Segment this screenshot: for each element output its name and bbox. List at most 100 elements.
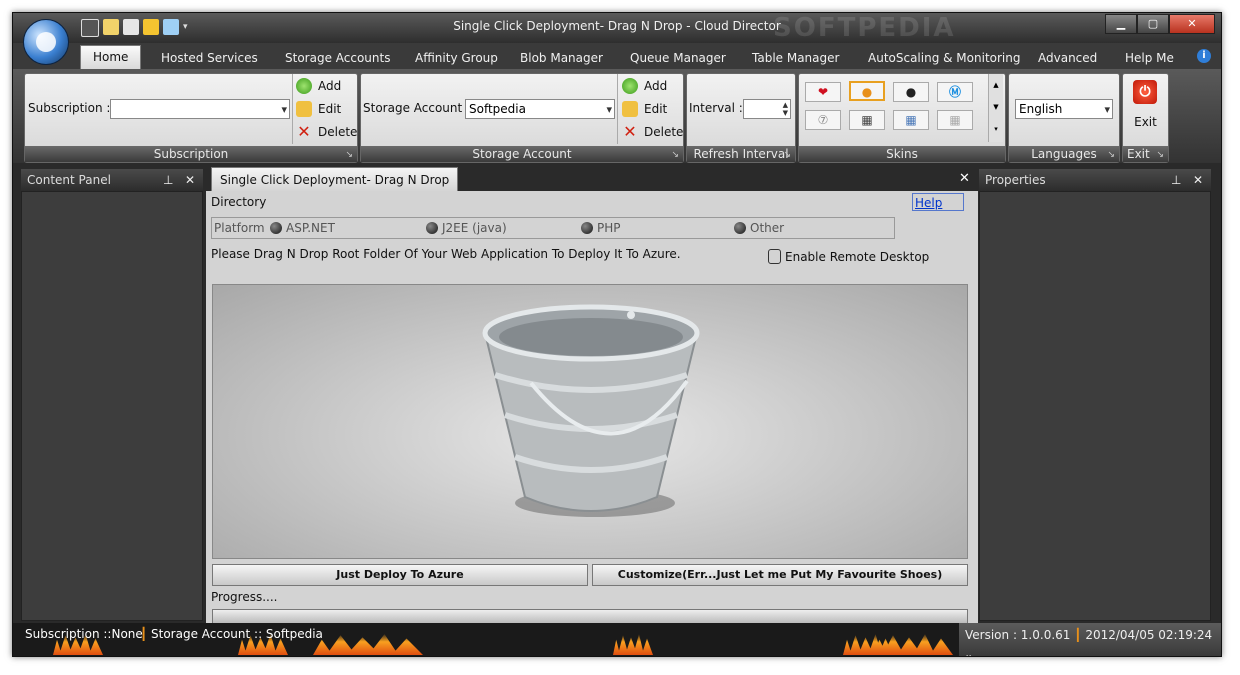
- languages-group: English ▾ Languages ↘: [1008, 73, 1120, 163]
- delete-icon: ✕: [623, 122, 637, 141]
- language-combo[interactable]: English ▾: [1015, 99, 1113, 119]
- combo-dropdown-icon[interactable]: ▾: [1104, 101, 1110, 119]
- storage-account-group: Storage Account : Softpedia ▾ Add Edit ✕…: [360, 73, 684, 163]
- group-label: Skins: [799, 146, 1005, 162]
- bucket-image: [482, 304, 700, 517]
- drop-zone[interactable]: [212, 284, 968, 559]
- dialog-launcher-icon[interactable]: ↘: [345, 147, 353, 163]
- exit-power-icon: ⏻: [1133, 80, 1157, 104]
- combo-dropdown-icon[interactable]: ▾: [606, 101, 612, 119]
- title-bar[interactable]: ▾ SOFTPEDIA Single Click Deployment- Dra…: [13, 13, 1221, 43]
- radio-icon: [270, 222, 282, 234]
- skin-grid-blue-icon[interactable]: ▦: [893, 110, 929, 130]
- dialog-launcher-icon[interactable]: ↘: [1156, 147, 1164, 163]
- storage-delete-button[interactable]: ✕ Delete: [622, 122, 683, 142]
- skin-seven-icon[interactable]: ⑦: [805, 110, 841, 130]
- close-icon[interactable]: ✕: [185, 173, 195, 187]
- status-separator-icon: ┃: [1074, 628, 1082, 642]
- dialog-launcher-icon[interactable]: ↘: [783, 147, 791, 163]
- customize-button[interactable]: Customize(Err...Just Let me Put My Favou…: [592, 564, 968, 586]
- edit-icon: [622, 101, 638, 117]
- status-version: Version : 1.0.0.61: [965, 628, 1071, 642]
- refresh-interval-group: Interval : ▲ ▼ Refresh Interval ↘: [686, 73, 796, 163]
- progress-label: Progress....: [211, 590, 278, 604]
- info-icon[interactable]: i: [1197, 49, 1211, 63]
- content-panel-header: Content Panel ⊥ ✕: [21, 169, 203, 191]
- properties-panel-title: Properties: [985, 173, 1046, 187]
- platform-j2ee-radio[interactable]: J2EE (java): [426, 221, 507, 235]
- tab-affinity-group[interactable]: Affinity Group: [415, 47, 498, 69]
- tab-home[interactable]: Home: [80, 45, 142, 70]
- tab-hosted-services[interactable]: Hosted Services: [161, 47, 258, 69]
- exit-button[interactable]: ⏻ Exit: [1123, 74, 1168, 144]
- tab-advanced[interactable]: Advanced: [1038, 47, 1097, 69]
- skin-grid-light-icon[interactable]: ▦: [937, 110, 973, 130]
- subscription-add-button[interactable]: Add: [296, 76, 341, 96]
- interval-stepper[interactable]: ▲ ▼: [743, 99, 791, 119]
- window-title: Single Click Deployment- Drag N Drop - C…: [453, 19, 781, 33]
- dialog-launcher-icon[interactable]: ↘: [671, 147, 679, 163]
- status-subscription: Subscription ::None: [25, 627, 143, 641]
- just-deploy-button[interactable]: Just Deploy To Azure: [212, 564, 588, 586]
- maximize-button[interactable]: ▢: [1137, 14, 1169, 34]
- storage-add-button[interactable]: Add: [622, 76, 667, 96]
- dialog-launcher-icon[interactable]: ↘: [1107, 147, 1115, 163]
- minimize-button[interactable]: ▁: [1105, 14, 1137, 34]
- subscription-combo[interactable]: ▾: [110, 99, 290, 119]
- add-icon: [296, 78, 312, 94]
- skins-gallery-scroller[interactable]: ▲ ▼ ▾: [988, 74, 1003, 142]
- group-label: Refresh Interval ↘: [687, 146, 795, 162]
- subscription-group: Subscription : ▾ Add Edit ✕ Delete Subsc…: [24, 73, 358, 163]
- window-controls: ▁ ▢ ✕: [1105, 14, 1215, 34]
- status-datetime: 2012/04/05 02:19:24: [1085, 628, 1213, 642]
- pin-icon[interactable]: ⊥: [163, 173, 173, 187]
- platform-other-radio[interactable]: Other: [734, 221, 784, 235]
- platform-selector: Platform ASP.NET J2EE (java) PHP Other: [211, 217, 895, 239]
- ribbon-tabs: Home Hosted Services Storage Accounts Af…: [13, 43, 1221, 70]
- storage-account-value: Softpedia: [469, 102, 526, 116]
- tab-table-manager[interactable]: Table Manager: [752, 47, 839, 69]
- skin-heart-icon[interactable]: ❤: [805, 82, 841, 102]
- ribbon: Subscription : ▾ Add Edit ✕ Delete Subsc…: [13, 69, 1221, 163]
- tab-autoscaling-monitoring[interactable]: AutoScaling & Monitoring: [868, 47, 1020, 69]
- close-icon[interactable]: ✕: [1193, 173, 1203, 187]
- help-link[interactable]: Help: [912, 193, 964, 211]
- tab-help-me[interactable]: Help Me: [1125, 47, 1174, 69]
- pin-icon[interactable]: ⊥: [1171, 173, 1181, 187]
- enable-remote-desktop-checkbox[interactable]: Enable Remote Desktop: [768, 249, 929, 264]
- subscription-edit-button[interactable]: Edit: [296, 99, 341, 119]
- close-window-button[interactable]: ✕: [1169, 14, 1215, 34]
- skin-orange-icon[interactable]: ●: [849, 81, 885, 101]
- deployment-document: Directory Help Platform ASP.NET J2EE (ja…: [206, 191, 978, 631]
- progress-bar: [212, 609, 968, 624]
- tab-blob-manager[interactable]: Blob Manager: [520, 47, 603, 69]
- combo-dropdown-icon[interactable]: ▾: [281, 101, 287, 119]
- interval-label: Interval :: [689, 101, 743, 115]
- platform-php-radio[interactable]: PHP: [581, 221, 621, 235]
- stepper-arrows-icon[interactable]: ▲ ▼: [783, 101, 788, 117]
- resize-grip-icon[interactable]: ⠿: [965, 655, 972, 656]
- tab-single-click-deployment[interactable]: Single Click Deployment- Drag N Drop: [211, 167, 459, 192]
- storage-account-combo[interactable]: Softpedia ▾: [465, 99, 615, 119]
- content-panel: [21, 191, 203, 621]
- version-panel: Version : 1.0.0.61 ┃ 2012/04/05 02:19:24…: [959, 623, 1221, 656]
- edit-icon: [296, 101, 312, 117]
- group-label: Storage Account ↘: [361, 146, 683, 162]
- tab-queue-manager[interactable]: Queue Manager: [630, 47, 726, 69]
- close-icon[interactable]: ✕: [959, 171, 970, 186]
- subscription-label: Subscription :: [28, 101, 111, 115]
- subscription-delete-button[interactable]: ✕ Delete: [296, 122, 357, 142]
- instruction-text: Please Drag N Drop Root Folder Of Your W…: [211, 247, 681, 261]
- group-label: Languages ↘: [1009, 146, 1119, 162]
- skin-grid-dark-icon[interactable]: ▦: [849, 110, 885, 130]
- checkbox-icon: [768, 249, 781, 264]
- group-label: Subscription ↘: [25, 146, 357, 162]
- skins-group: ❤ ● ● Ⓜ ⑦ ▦ ▦ ▦ ▲ ▼ ▾ Skins: [798, 73, 1006, 163]
- app-orb-icon[interactable]: [23, 19, 69, 65]
- language-value: English: [1019, 102, 1063, 116]
- platform-aspnet-radio[interactable]: ASP.NET: [270, 221, 335, 235]
- storage-edit-button[interactable]: Edit: [622, 99, 667, 119]
- skin-black-icon[interactable]: ●: [893, 82, 929, 102]
- tab-storage-accounts[interactable]: Storage Accounts: [285, 47, 390, 69]
- skin-m-icon[interactable]: Ⓜ: [937, 82, 973, 102]
